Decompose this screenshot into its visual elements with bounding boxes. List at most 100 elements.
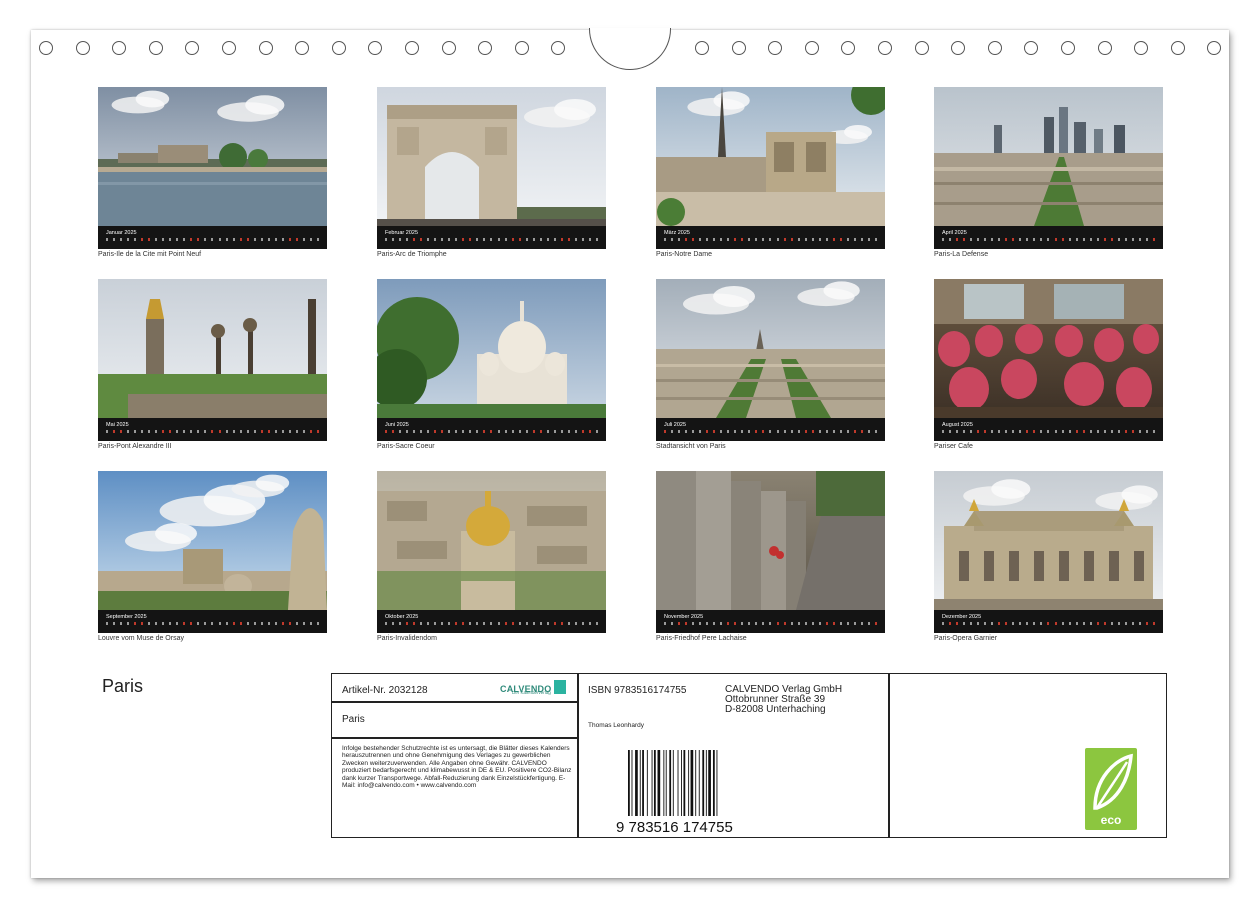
day-tick (1138, 238, 1141, 241)
day-tick (127, 238, 130, 241)
day-tick (755, 622, 758, 625)
day-tick (867, 238, 870, 241)
day-tick (1040, 430, 1043, 433)
day-tick (232, 622, 235, 625)
day-tick (169, 430, 172, 433)
day-tick (970, 622, 973, 625)
day-tick (218, 622, 221, 625)
day-tick (239, 430, 242, 433)
day-tick (769, 238, 772, 241)
month-card: Dezember 2025 Paris-Opera Garnier (934, 471, 1163, 642)
isbn-barcode: 9 783516 174755 (616, 750, 733, 834)
day-tick (532, 238, 535, 241)
day-tick (727, 622, 730, 625)
day-tick (804, 622, 807, 625)
month-name: Mai 2025 (106, 422, 129, 428)
day-tick (984, 430, 987, 433)
day-tick (811, 622, 814, 625)
day-tick (546, 238, 549, 241)
day-tick (825, 622, 828, 625)
month-photo (656, 279, 885, 418)
day-tick (1061, 430, 1064, 433)
day-tick (127, 622, 130, 625)
day-tick (190, 622, 193, 625)
day-tick (664, 430, 666, 433)
day-tick (504, 238, 507, 241)
day-tick (134, 622, 137, 625)
day-ticks (942, 238, 1155, 244)
day-ticks (664, 238, 877, 244)
eco-label: eco (1100, 813, 1122, 827)
day-tick (853, 622, 856, 625)
day-tick (392, 238, 395, 241)
day-tick (949, 622, 952, 625)
day-tick (427, 622, 430, 625)
day-tick (399, 622, 402, 625)
day-tick (671, 622, 674, 625)
day-tick (441, 430, 444, 433)
day-tick (825, 238, 828, 241)
day-tick (727, 238, 730, 241)
day-tick (1096, 430, 1099, 433)
barcode-bar (708, 750, 711, 816)
day-tick (218, 430, 221, 433)
day-ticks (942, 430, 1155, 436)
day-tick (274, 622, 277, 625)
day-tick (720, 622, 723, 625)
day-tick (309, 238, 312, 241)
day-tick (1068, 430, 1071, 433)
day-tick (741, 430, 744, 433)
day-tick (483, 430, 486, 433)
day-tick (246, 430, 249, 433)
day-ticks (385, 430, 598, 436)
day-tick (253, 238, 256, 241)
day-tick (260, 622, 263, 625)
day-tick (141, 238, 144, 241)
day-tick (699, 622, 702, 625)
day-tick (281, 622, 284, 625)
day-tick (977, 622, 980, 625)
day-tick (713, 238, 716, 241)
month-caption: Stadtansicht von Paris (656, 443, 726, 450)
month-calendar-strip: Oktober 2025 (377, 610, 606, 633)
day-tick (741, 238, 744, 241)
day-tick (260, 238, 263, 241)
day-tick (539, 430, 542, 433)
day-tick (1110, 622, 1113, 625)
day-tick (267, 430, 270, 433)
day-tick (977, 238, 980, 241)
day-tick (546, 622, 549, 625)
barcode-bar (683, 750, 686, 816)
month-photo (934, 471, 1163, 610)
day-tick (853, 430, 856, 433)
day-tick (1040, 238, 1043, 241)
month-calendar-strip: Februar 2025 (377, 226, 606, 249)
day-tick (595, 622, 598, 625)
day-tick (295, 238, 298, 241)
day-tick (406, 238, 409, 241)
day-tick (1103, 238, 1106, 241)
day-tick (942, 622, 944, 625)
day-tick (874, 622, 877, 625)
day-tick (462, 238, 465, 241)
day-tick (874, 430, 877, 433)
day-tick (832, 430, 835, 433)
day-tick (420, 238, 423, 241)
day-tick (448, 622, 451, 625)
day-tick (963, 430, 966, 433)
day-tick (1089, 622, 1092, 625)
month-card: Januar 2025 Paris-Ile de la Cite mit Poin… (98, 87, 327, 258)
day-tick (804, 238, 807, 241)
day-tick (1012, 430, 1015, 433)
day-tick (553, 622, 556, 625)
month-calendar-strip: Mai 2025 (98, 418, 327, 441)
day-tick (476, 622, 479, 625)
day-tick (1047, 622, 1050, 625)
publisher-city: D-82008 Unterhaching (725, 704, 826, 715)
month-calendar-strip: Juli 2025 (656, 418, 885, 441)
day-tick (281, 238, 284, 241)
day-ticks (942, 622, 1155, 628)
day-tick (720, 238, 723, 241)
day-tick (281, 430, 284, 433)
barcode-bar (698, 750, 700, 816)
